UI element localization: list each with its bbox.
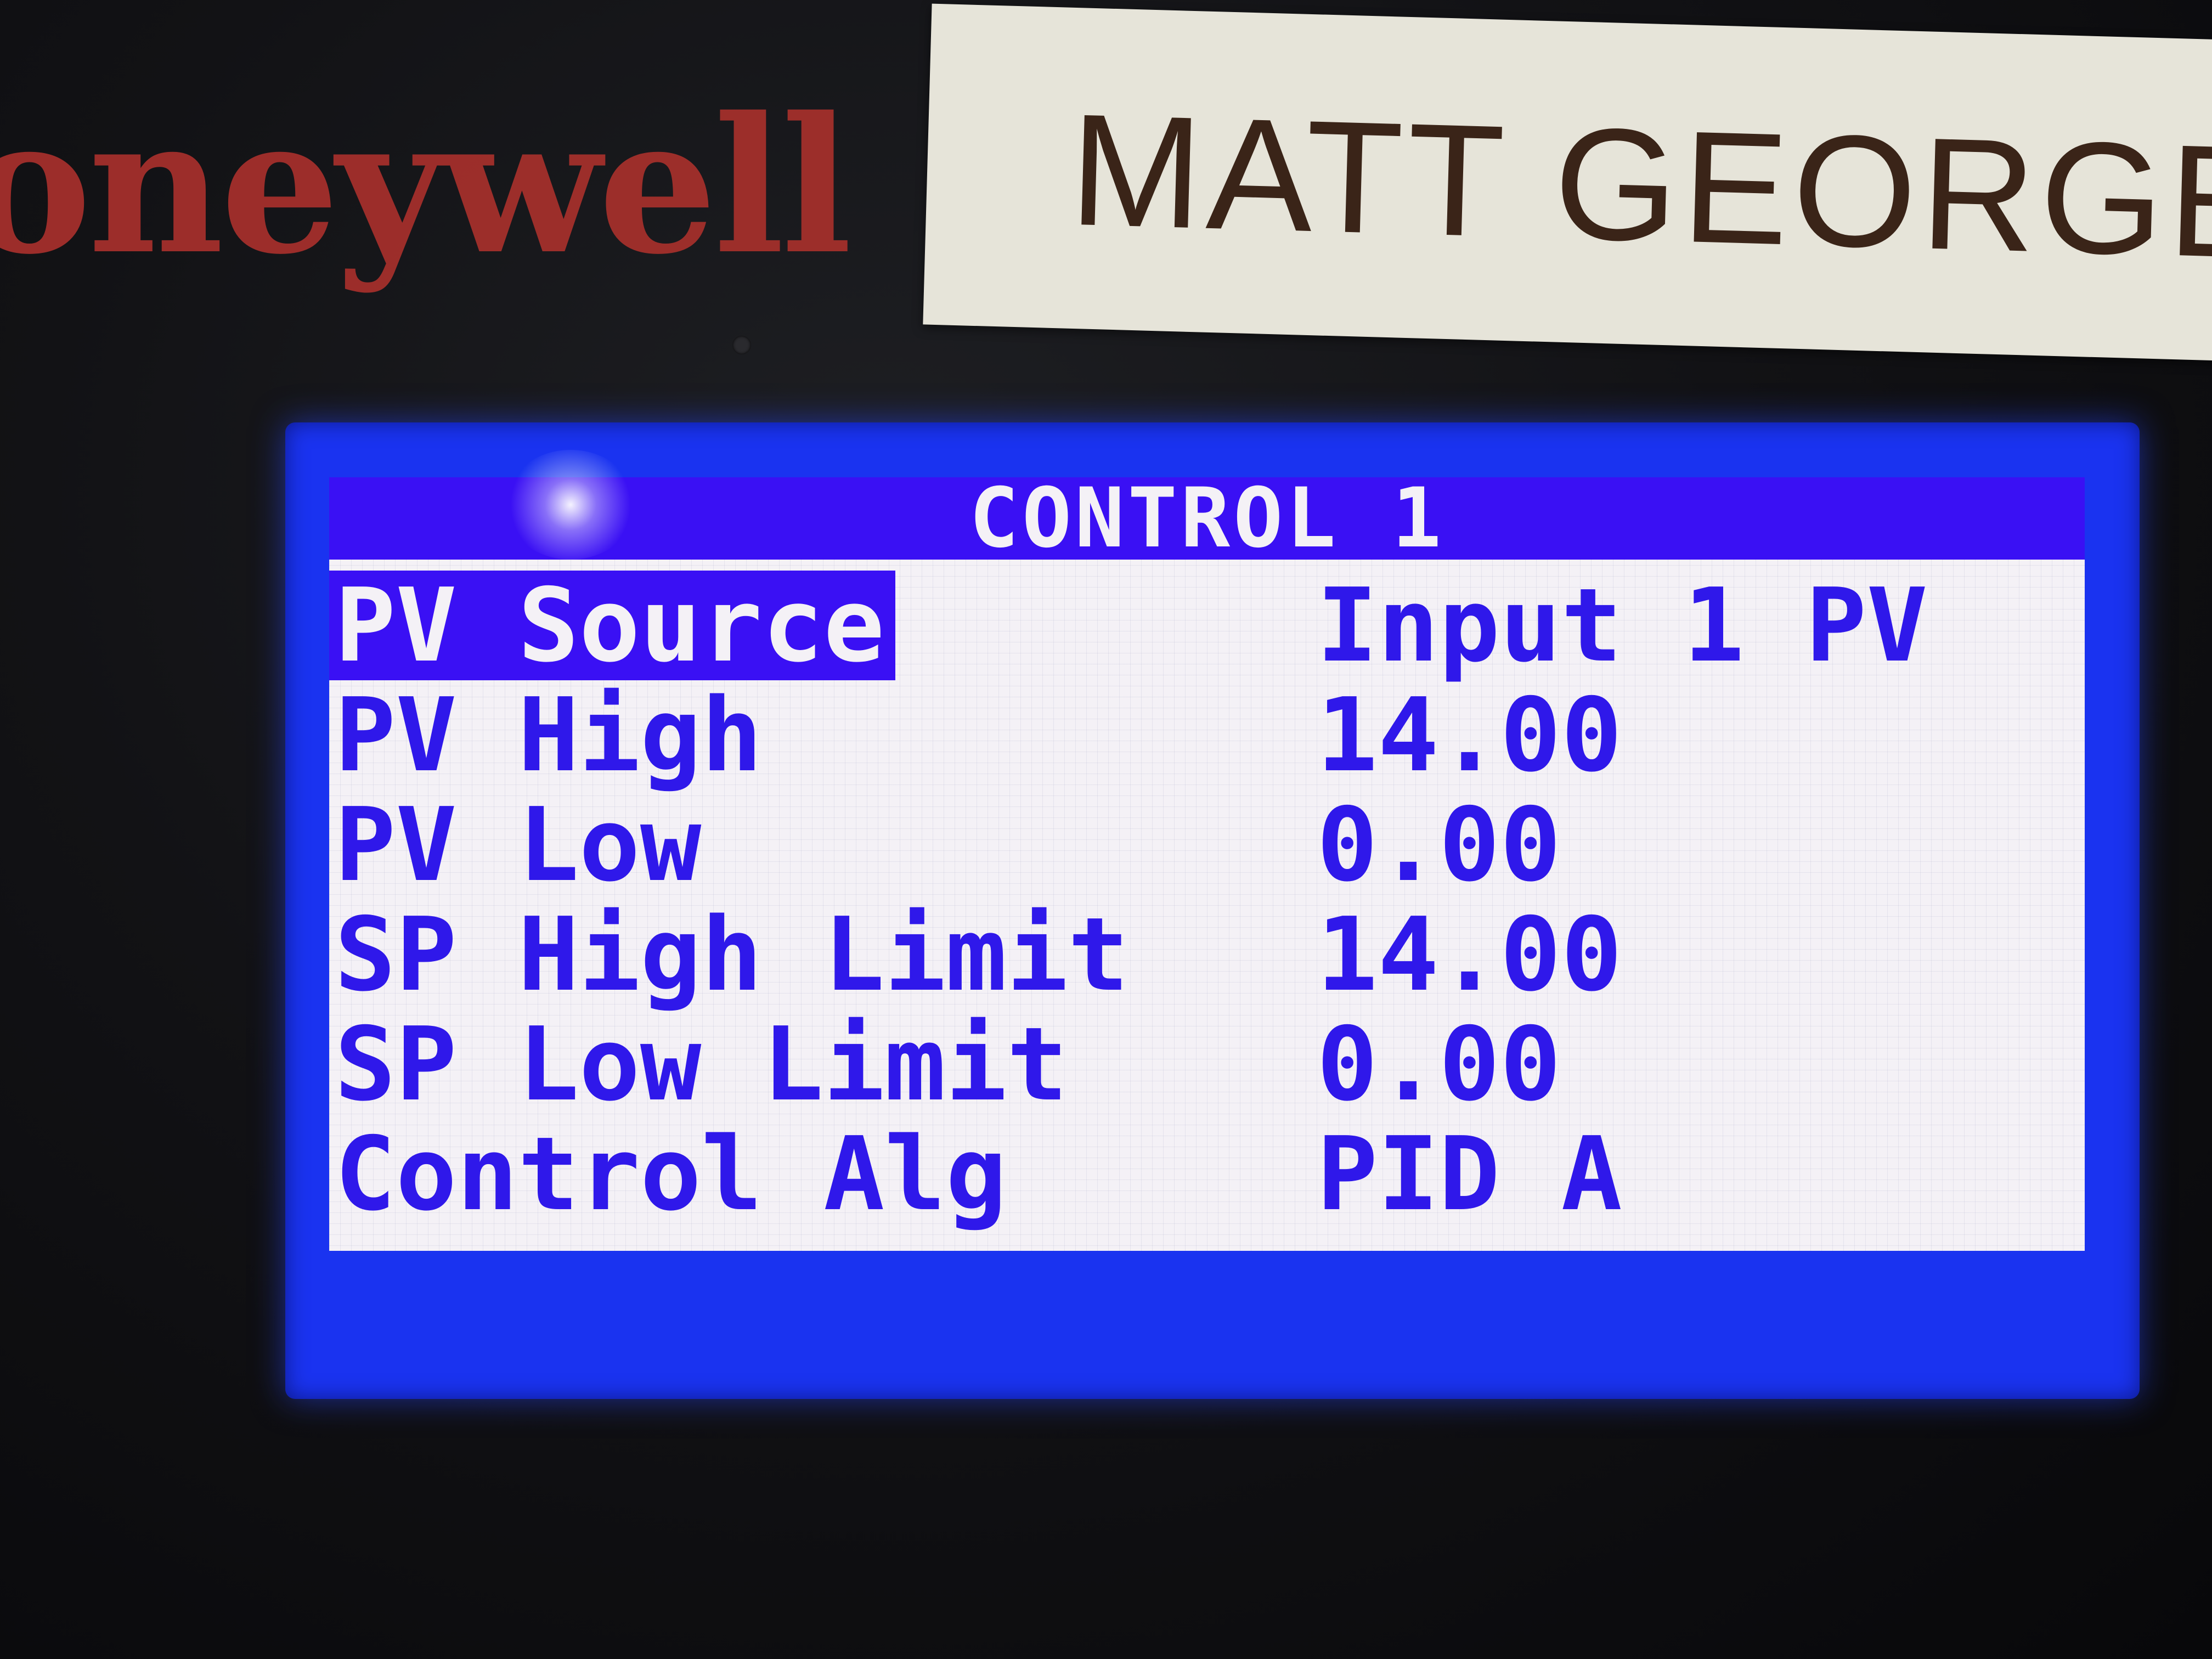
menu-row-value: Input 1 PV [1317,566,1928,685]
menu-row-label: PV High [335,676,763,794]
name-label-sticker: MATT GEORGE [923,3,2212,362]
screen-title: CONTROL 1 [329,477,2085,560]
lcd-footer-bar [329,1256,2085,1355]
menu-row-sp-high-limit[interactable]: SP High Limit 14.00 [329,900,2085,1009]
menu-row-label: SP High Limit [335,895,1129,1014]
menu-row-control-alg[interactable]: Control Alg PID A [329,1119,2085,1229]
menu-row-label: SP Low Limit [335,1005,1068,1124]
menu-row-value: PID A [1317,1115,1622,1233]
menu-row-value: 14.00 [1317,895,1622,1014]
name-label-text: MATT GEORGE [1067,80,2212,292]
menu-row-value: 14.00 [1317,676,1622,794]
menu-row-pv-low[interactable]: PV Low 0.00 [329,790,2085,900]
menu-row-label: PV Low [335,786,702,904]
menu-row-value: 0.00 [1317,786,1561,904]
menu-row-sp-low-limit[interactable]: SP Low Limit 0.00 [329,1009,2085,1119]
menu-row-value: 0.00 [1317,1005,1561,1124]
menu-row-pv-high[interactable]: PV High 14.00 [329,680,2085,790]
menu-row-pv-source[interactable]: PV Source Input 1 PV [329,571,2085,680]
brand-logo: oneywell [0,77,852,296]
controller-panel: oneywell MATT GEORGE CONTROL 1 PV Source… [0,0,2212,1659]
menu-row-label: Control Alg [335,1115,1007,1233]
menu-row-label: PV Source [329,571,896,680]
lcd-screen: CONTROL 1 PV Source Input 1 PV PV High 1… [329,477,2085,1251]
screw-icon [732,336,751,354]
